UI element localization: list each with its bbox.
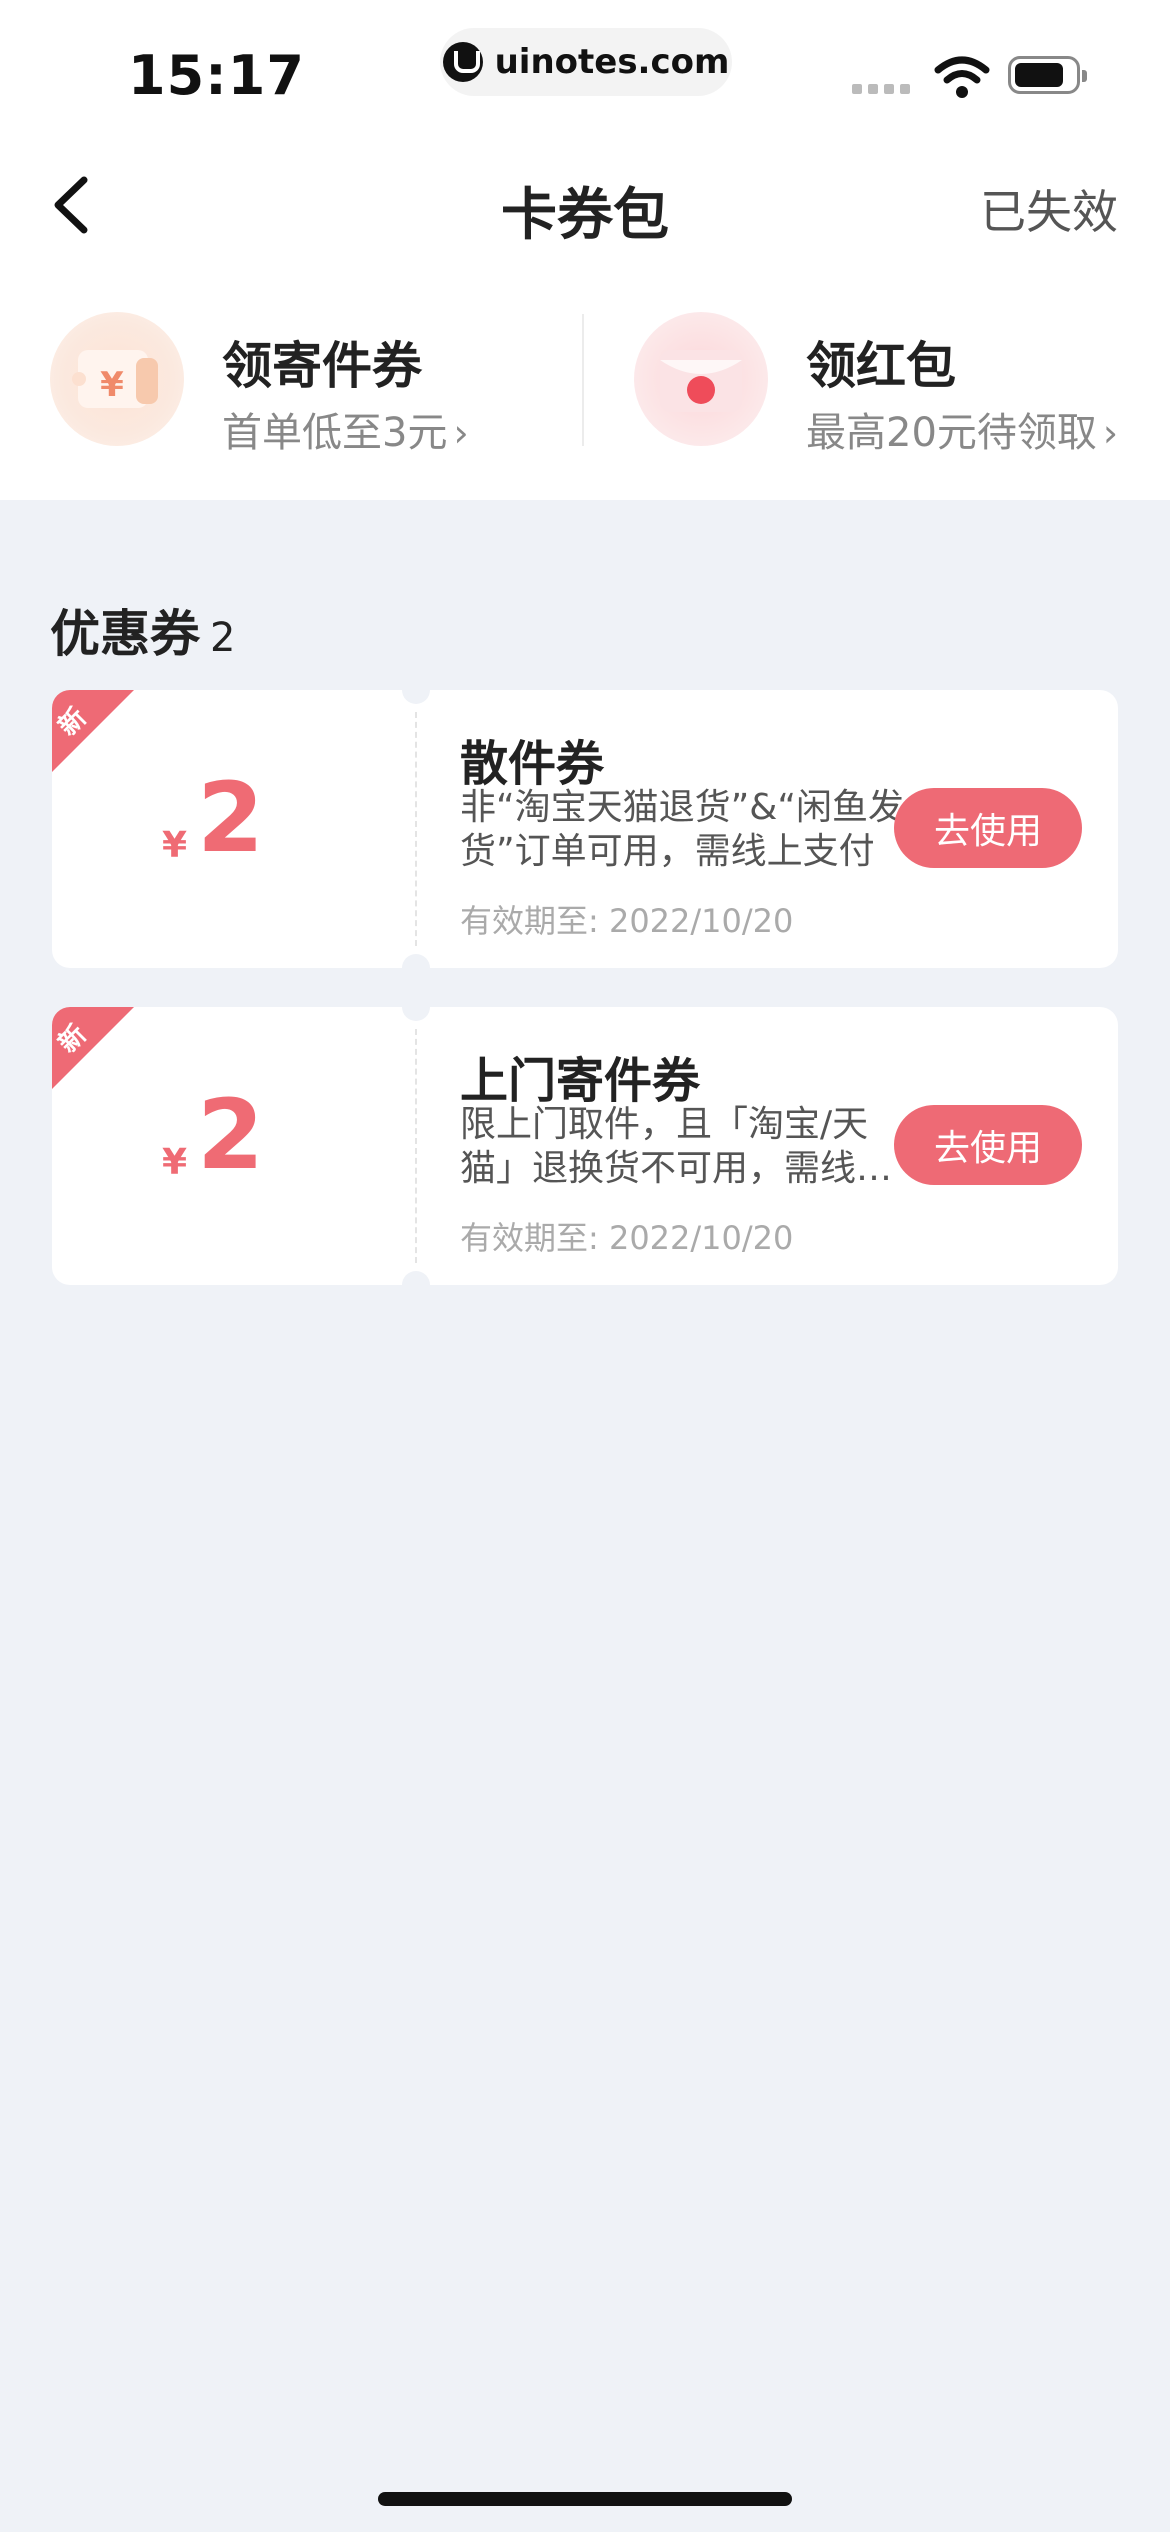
home-indicator[interactable]	[378, 2492, 792, 2506]
use-coupon-button[interactable]: 去使用	[894, 1105, 1082, 1185]
expired-coupons-link[interactable]: 已失效	[980, 176, 1118, 242]
card-notch	[402, 1007, 430, 1021]
chevron-right-icon: ›	[1102, 411, 1119, 455]
promo-divider	[582, 314, 584, 446]
promo-subtitle-text: 最高20元待领取	[806, 410, 1097, 456]
coupon-card[interactable]: 新 ¥2 散件券 非“淘宝天猫退货”&“闲鱼发货”订单可用，需线上支付 有效期至…	[52, 690, 1118, 968]
coupon-description: 限上门取件，且「淘宝/天猫」退换货不可用，需线…	[460, 1104, 893, 1189]
wifi-icon	[934, 56, 990, 98]
coupon-expiry: 有效期至: 2022/10/20	[460, 1219, 794, 1257]
cellular-signal-icon	[852, 84, 910, 94]
coupon-name: 散件券	[460, 736, 605, 792]
chevron-right-icon: ›	[453, 411, 469, 455]
site-logo-icon	[442, 42, 483, 82]
coupon-icon: ¥	[50, 312, 184, 446]
section-title-text: 优惠券	[50, 605, 200, 663]
perforation-line	[415, 1029, 417, 1263]
card-notch	[402, 690, 430, 704]
amount-value: 2	[197, 762, 264, 874]
currency-symbol: ¥	[162, 1142, 188, 1183]
use-coupon-button[interactable]: 去使用	[894, 788, 1082, 868]
promo-subtitle: 首单低至3元 ›	[222, 400, 469, 458]
url-text: uinotes.com	[494, 42, 730, 82]
coupon-amount: ¥2	[162, 770, 264, 866]
new-badge-text: 新	[52, 1019, 93, 1060]
battery-icon	[1008, 56, 1087, 94]
new-badge-text: 新	[52, 702, 93, 743]
coupon-count: 2	[210, 615, 236, 661]
promo-subtitle: 最高20元待领取 ›	[806, 400, 1118, 458]
coupon-name: 上门寄件券	[460, 1053, 701, 1109]
promo-title: 领红包	[806, 337, 956, 395]
promo-subtitle-text: 首单低至3元	[222, 410, 448, 456]
coupon-description: 非“淘宝天猫退货”&“闲鱼发货”订单可用，需线上支付	[460, 787, 905, 872]
claim-shipping-coupon[interactable]: ¥ 领寄件券 首单低至3元 ›	[50, 312, 570, 456]
url-pill[interactable]: uinotes.com	[440, 28, 732, 96]
currency-symbol: ¥	[162, 825, 188, 866]
new-badge: 新	[52, 1007, 136, 1091]
coupon-card[interactable]: 新 ¥2 上门寄件券 限上门取件，且「淘宝/天猫」退换货不可用，需线… 有效期至…	[52, 1007, 1118, 1285]
status-bar: 15:17 uinotes.com	[0, 0, 1170, 130]
perforation-line	[415, 712, 417, 946]
nav-bar: 卡券包 已失效	[0, 130, 1170, 280]
card-notch	[402, 954, 430, 968]
coupon-expiry: 有效期至: 2022/10/20	[460, 902, 794, 940]
card-notch	[402, 1271, 430, 1285]
coupon-amount: ¥2	[162, 1087, 264, 1183]
promo-row: ¥ 领寄件券 首单低至3元 › 领红包 最高20元待领取 ›	[0, 280, 1170, 500]
new-badge: 新	[52, 690, 136, 774]
promo-title: 领寄件券	[222, 337, 422, 395]
red-packet-icon	[634, 312, 768, 446]
section-title: 优惠券 2	[50, 594, 235, 666]
claim-red-packet[interactable]: 领红包 最高20元待领取 ›	[634, 312, 1154, 456]
status-time: 15:17	[128, 44, 305, 107]
amount-value: 2	[197, 1079, 264, 1191]
svg-text:¥: ¥	[100, 365, 124, 405]
